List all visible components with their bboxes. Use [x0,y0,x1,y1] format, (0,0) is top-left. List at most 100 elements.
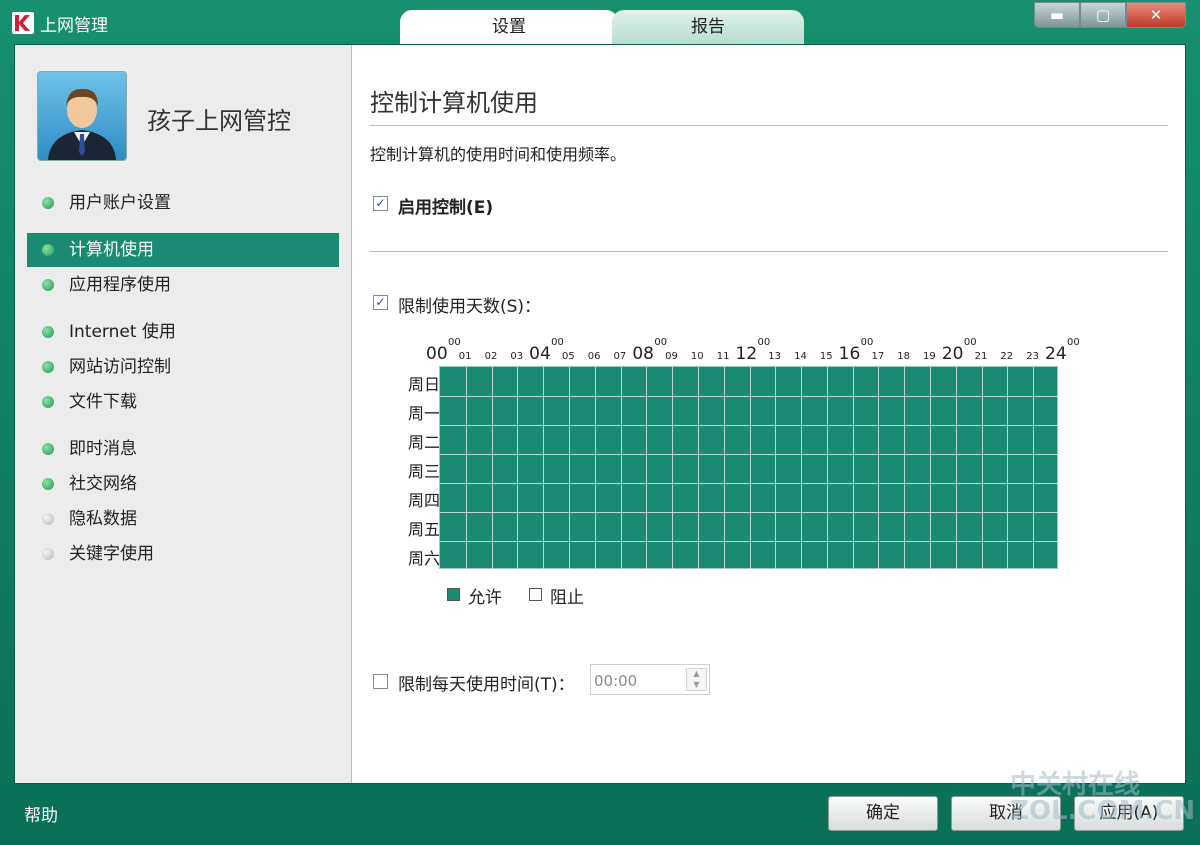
grid-column-line [1033,367,1035,570]
sidebar-item-file-download[interactable]: 文件下载 [27,385,339,419]
hour-label-major: 20 [941,344,964,364]
status-green-icon [42,279,54,291]
hour-label-minor: 21 [974,351,988,362]
day-label: 周二 [407,433,440,452]
day-label: 周三 [407,462,440,481]
grid-column-line [646,367,648,570]
sidebar-item-app-usage[interactable]: 应用程序使用 [27,268,339,302]
client-area: 孩子上网管控 用户账户设置 计算机使用 应用程序使用 Internet 使用 网… [14,44,1186,784]
help-link[interactable]: 帮助 [24,801,58,826]
grid-column-line [697,367,699,570]
app-window: 上网管理 设置 报告 ▬ ▢ ✕ 孩子上网管控 用户账户设置 计算机使用 应用程… [0,0,1200,845]
grid-column-line [723,367,725,570]
hour-label-minor: 14 [794,351,807,362]
grid-row-line [440,425,1059,426]
hour-label-minor: 22 [1000,351,1014,362]
grid-column-line [904,367,906,570]
time-spinner: ▲ ▼ [686,668,707,691]
hour-label-minor: 13 [768,351,782,362]
sidebar-item-label: 社交网络 [69,474,137,494]
sidebar-item-keyword-usage[interactable]: 关键字使用 [27,537,339,571]
maximize-button[interactable]: ▢ [1080,2,1126,28]
hour-label-minor: 03 [510,351,524,362]
spin-up-icon[interactable]: ▲ [687,669,706,679]
grid-column-line [775,367,777,570]
legend-allow-swatch [447,588,460,601]
grid-row-line [440,454,1059,455]
grid-column-line [981,367,983,570]
sidebar-item-label: 应用程序使用 [69,275,171,295]
hour-label-major: 08 [632,344,654,364]
status-green-icon [42,244,54,256]
hour-label-superscript: 00 [963,337,977,348]
day-label: 周六 [407,549,440,568]
sidebar-item-website-control[interactable]: 网站访问控制 [27,350,339,384]
status-green-icon [42,326,54,338]
divider [370,251,1168,252]
status-green-icon [42,478,54,490]
hour-label-superscript: 00 [1067,337,1080,348]
grid-column-line [801,367,803,570]
grid-column-line [930,367,932,570]
grid-column-line [568,367,570,570]
hour-label-minor: 18 [897,351,910,362]
legend-block-label: 阻止 [550,588,584,608]
grid-column-line [1007,367,1009,570]
hour-label-minor: 15 [819,351,833,362]
sidebar-item-label: 网站访问控制 [69,357,171,377]
enable-control-checkbox[interactable]: ✓ [373,196,388,211]
hour-label-minor: 23 [1026,351,1039,362]
hour-label-major: 12 [735,344,758,364]
sidebar-item-label: 即时消息 [69,439,137,459]
daily-time-field: ▲ ▼ [590,664,710,696]
title-bar: 上网管理 设置 报告 ▬ ▢ ✕ [0,0,1200,44]
spin-down-icon[interactable]: ▼ [687,680,706,690]
limit-days-checkbox[interactable]: ✓ [373,295,388,310]
divider [370,125,1168,126]
hour-label-minor: 19 [923,351,936,362]
page-description: 控制计算机的使用时间和使用频率。 [370,145,627,164]
grid-column-line [620,367,622,570]
hour-label-superscript: 00 [860,337,874,348]
hour-label-minor: 09 [665,351,678,362]
status-gray-icon [42,513,54,525]
status-gray-icon [42,548,54,560]
minimize-button[interactable]: ▬ [1034,2,1080,28]
hour-label-minor: 02 [484,351,498,362]
grid-column-line [465,367,467,570]
avatar [37,71,127,161]
hour-label-superscript: 00 [551,337,564,348]
sidebar-item-label: 计算机使用 [69,240,154,260]
close-button[interactable]: ✕ [1126,2,1186,28]
sidebar-item-social-network[interactable]: 社交网络 [27,467,339,501]
sidebar-item-internet-usage[interactable]: Internet 使用 [27,315,339,349]
grid-column-line [852,367,854,570]
tab-report[interactable]: 报告 [612,10,804,44]
hour-label-minor: 07 [613,351,627,362]
sidebar-item-label: 用户账户设置 [69,193,171,213]
day-label: 周一 [407,404,440,423]
page-title: 控制计算机使用 [370,89,538,117]
daily-time-input[interactable] [591,665,688,696]
window-title: 上网管理 [40,16,108,36]
grid-row-line [440,512,1059,513]
tab-settings[interactable]: 设置 [400,10,618,44]
sidebar-item-private-data[interactable]: 隐私数据 [27,502,339,536]
sidebar-item-instant-messaging[interactable]: 即时消息 [27,432,339,466]
grid-row-line [440,483,1059,484]
sidebar-item-label: 关键字使用 [69,544,154,564]
sidebar-item-user-accounts[interactable]: 用户账户设置 [27,186,339,220]
main-panel: 控制计算机使用 控制计算机的使用时间和使用频率。 ✓ 启用控制(E) ✓ 限制使… [352,45,1185,783]
limit-daily-label: 限制每天使用时间(T)： [398,675,575,695]
grid-column-line [878,367,880,570]
sidebar: 孩子上网管控 用户账户设置 计算机使用 应用程序使用 Internet 使用 网… [15,45,352,783]
day-label: 周日 [407,375,440,394]
limit-daily-checkbox[interactable] [373,674,388,689]
hour-label-minor: 10 [690,351,704,362]
ok-button[interactable]: 确定 [828,796,938,831]
hour-label-major: 24 [1045,344,1067,364]
schedule-grid[interactable] [439,366,1059,570]
sidebar-item-computer-usage[interactable]: 计算机使用 [27,233,339,267]
hour-label-minor: 11 [716,351,730,362]
hour-label-major: 16 [838,344,861,364]
